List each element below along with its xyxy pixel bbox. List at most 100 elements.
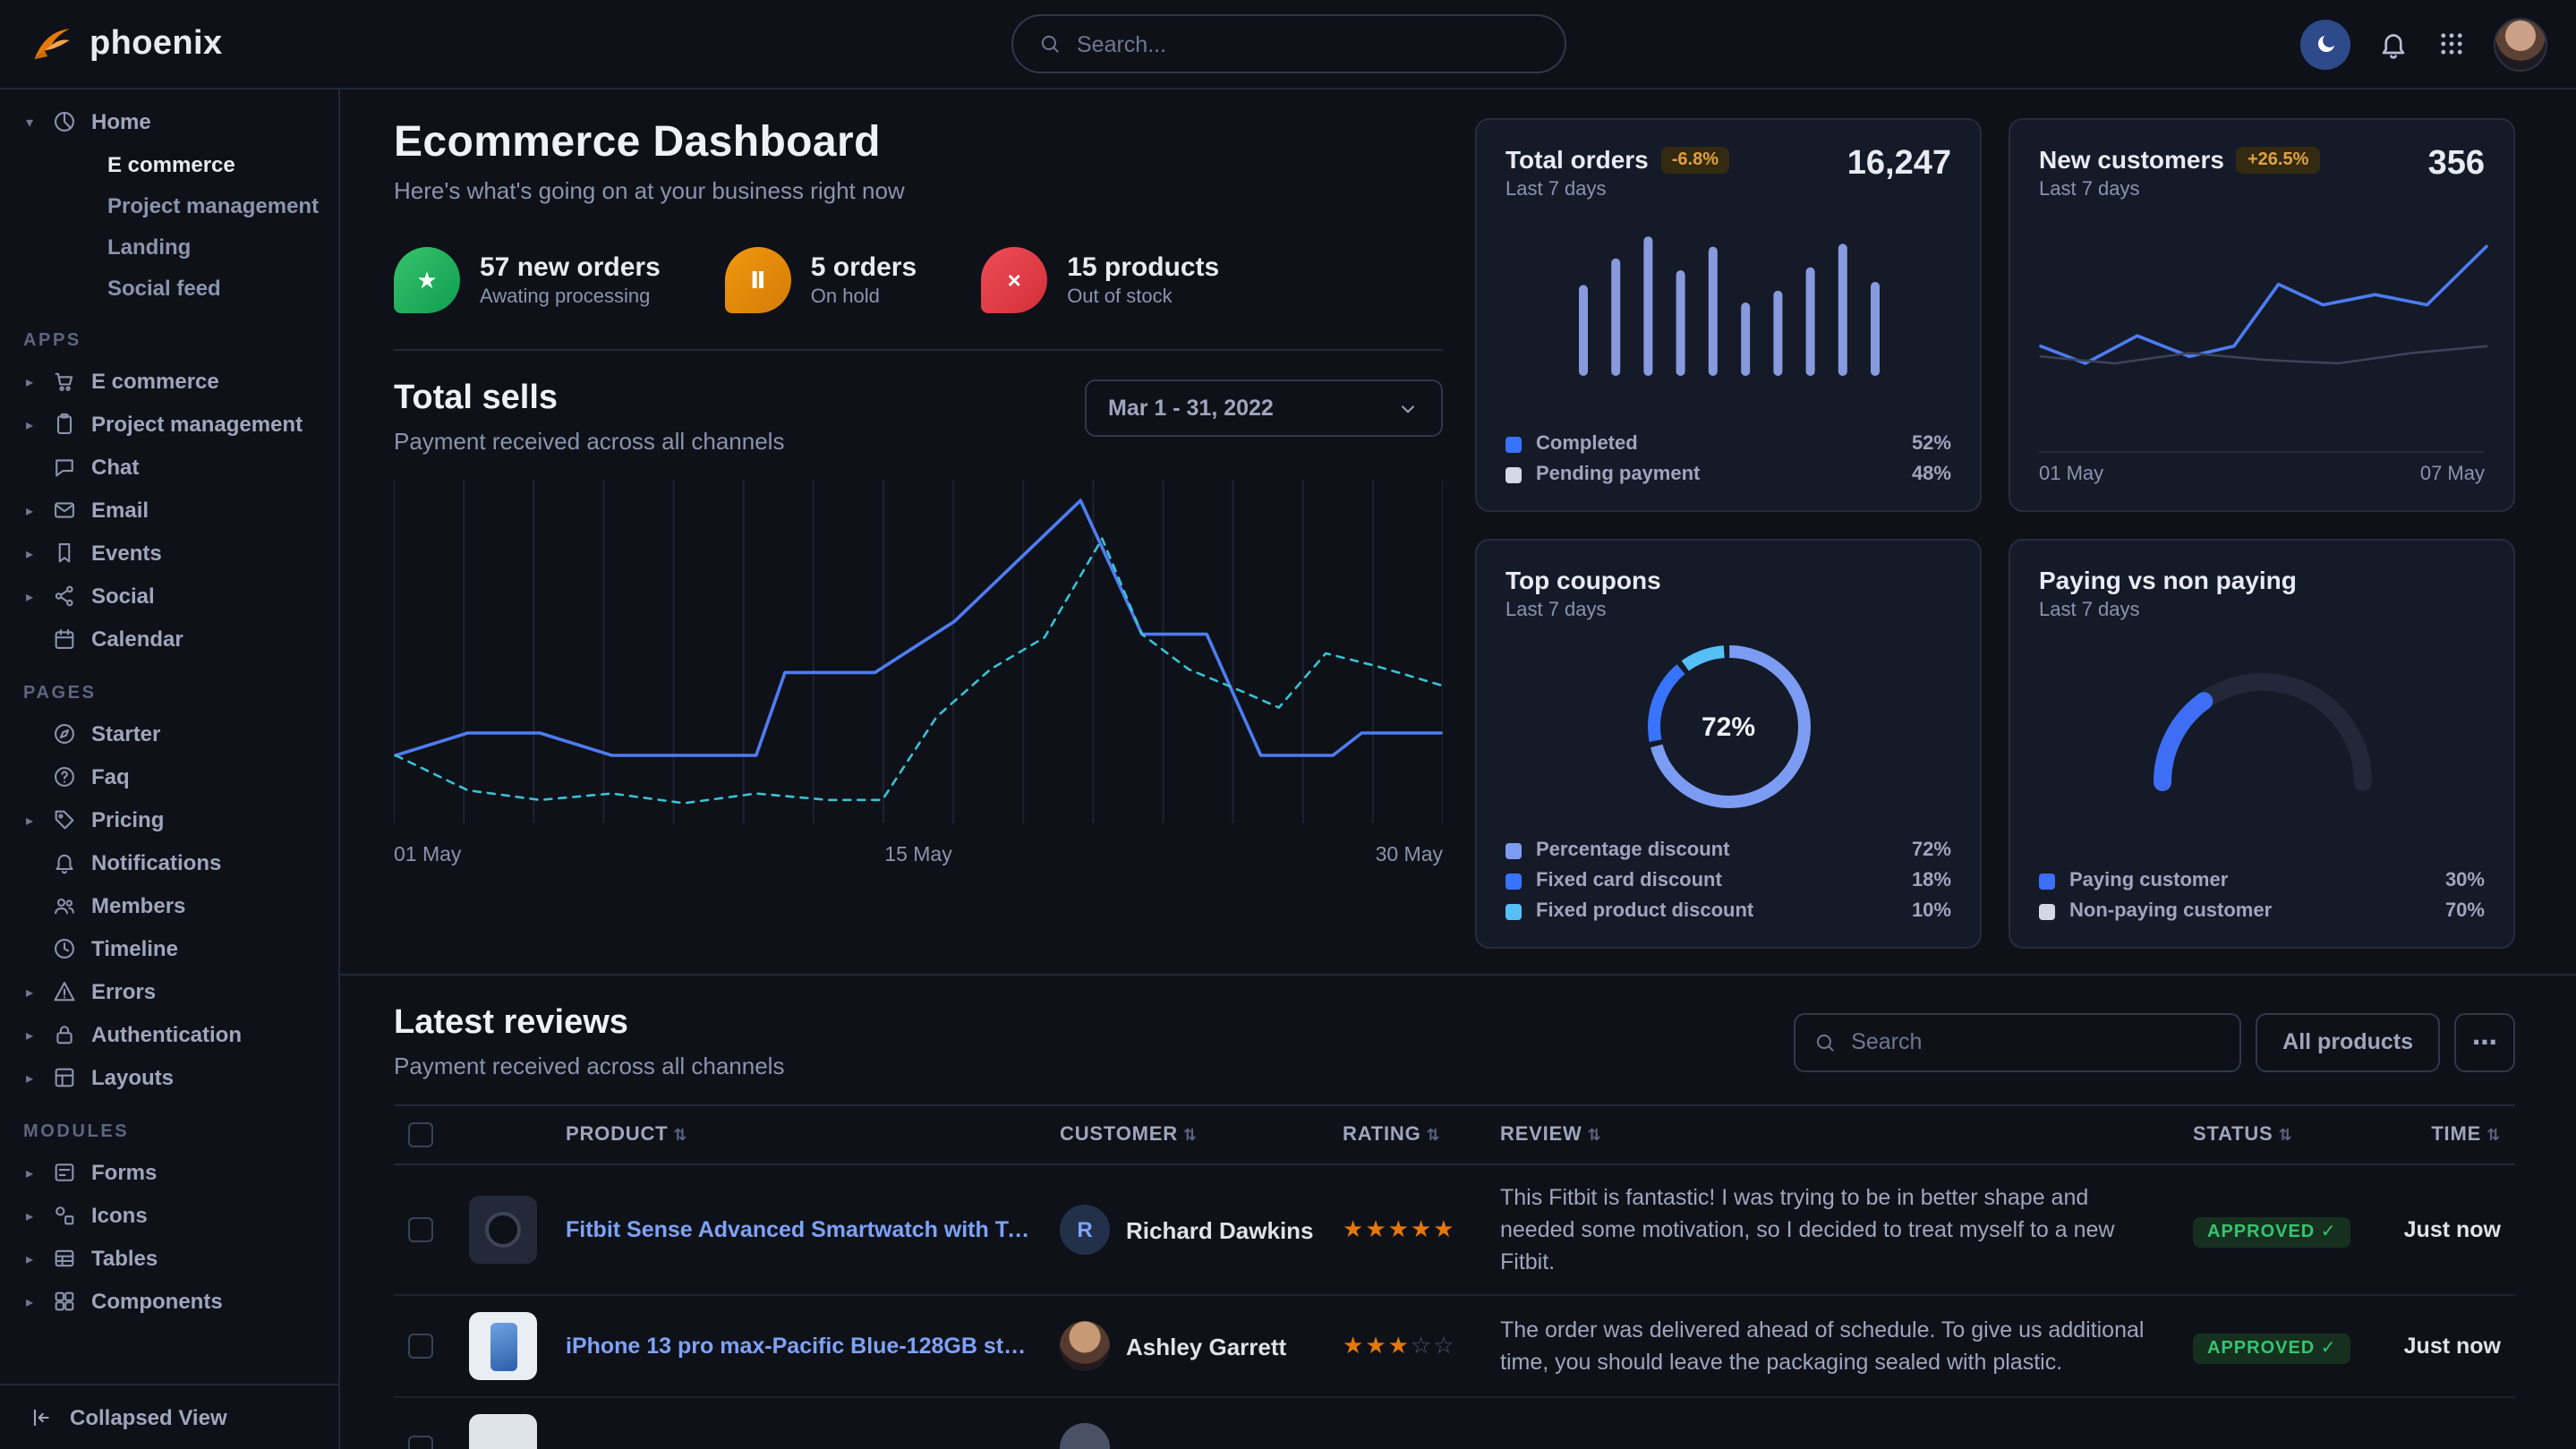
sidebar-item-home[interactable]: ▾ Home (21, 100, 320, 143)
sidebar-item-timeline[interactable]: Timeline (21, 927, 320, 970)
caret-right-icon: ▸ (21, 373, 38, 389)
sidebar-subitem-e-commerce[interactable]: E commerce (21, 143, 320, 184)
sidebar-item-forms[interactable]: ▸ Forms (21, 1151, 320, 1194)
mail-icon (52, 498, 77, 523)
row-checkbox[interactable] (408, 1217, 433, 1242)
sidebar-item-faq[interactable]: Faq (21, 755, 320, 798)
sidebar-item-authentication[interactable]: ▸ Authentication (21, 1013, 320, 1056)
legend-swatch (1506, 903, 1522, 919)
chevron-down-icon (1396, 396, 1420, 420)
reviews-search-input[interactable] (1851, 1029, 2222, 1054)
sidebar-subitem-social-feed[interactable]: Social feed (21, 267, 320, 308)
product-image (469, 1313, 537, 1381)
reviews-toolbar: All products ⋯ (1794, 1012, 2515, 1071)
sidebar-item-layouts[interactable]: ▸ Layouts (21, 1056, 320, 1099)
sidebar-item-label: Starter (91, 721, 160, 746)
card-title: Top coupons (1506, 566, 1661, 594)
main-content: Ecommerce Dashboard Here's what's going … (340, 89, 2576, 1449)
total-orders-card: Total orders -6.8% Last 7 days 16,247 Co (1475, 118, 1982, 512)
collapse-sidebar-button[interactable]: Collapsed View (0, 1384, 338, 1449)
legend-label: Fixed card discount (1536, 870, 1722, 891)
dark-mode-toggle[interactable] (2300, 19, 2350, 69)
review-time: Just now (2372, 1164, 2515, 1296)
legend-label: Fixed product discount (1536, 900, 1753, 922)
column-header-product[interactable]: PRODUCT⇅ (551, 1105, 1045, 1164)
card-period: Last 7 days (1506, 600, 1661, 621)
sidebar-item-social[interactable]: ▸ Social (21, 575, 320, 618)
review-time (2372, 1398, 2515, 1449)
sidebar-item-members[interactable]: Members (21, 884, 320, 927)
row-checkbox[interactable] (408, 1334, 433, 1359)
sidebar-item-notifications[interactable]: Notifications (21, 841, 320, 884)
review-time: Just now (2372, 1296, 2515, 1398)
column-header-review[interactable]: REVIEW⇅ (1486, 1105, 2179, 1164)
sidebar-item-label: Errors (91, 979, 156, 1004)
sidebar-item-project-management[interactable]: ▸ Project management (21, 403, 320, 446)
stat-out-of-stock: × 15 products Out of stock (981, 247, 1219, 313)
sidebar-item-email[interactable]: ▸ Email (21, 489, 320, 532)
column-header-rating[interactable]: RATING⇅ (1328, 1105, 1486, 1164)
date-range-select[interactable]: Mar 1 - 31, 2022 (1085, 379, 1443, 437)
table-row: Fitbit Sense Advanced Smartwatch with To… (394, 1164, 2515, 1296)
stats-row: ★ 57 new orders Awating processing Ⅱ 5 o… (394, 247, 1443, 313)
sidebar-item-calendar[interactable]: Calendar (21, 618, 320, 661)
sidebar-item-starter[interactable]: Starter (21, 712, 320, 755)
navbar-actions (2300, 17, 2547, 71)
global-search-input[interactable] (1077, 31, 1539, 56)
sidebar-item-icons[interactable]: ▸ Icons (21, 1194, 320, 1237)
sort-icon: ⇅ (1183, 1126, 1198, 1144)
legend-swatch (1506, 842, 1522, 858)
legend-value: 52% (1912, 433, 1951, 455)
top-coupons-card: Top coupons Last 7 days 72% Percentage d… (1475, 539, 1982, 949)
stat-awating-processing: ★ 57 new orders Awating processing (394, 247, 661, 313)
product-link[interactable]: iPhone 13 pro max-Pacific Blue-128GB sto… (566, 1334, 1031, 1360)
sidebar-item-pricing[interactable]: ▸ Pricing (21, 798, 320, 841)
sidebar-subitem-project-management[interactable]: Project management (21, 184, 320, 226)
stat-value: 15 products (1067, 252, 1219, 283)
select-all-checkbox[interactable] (408, 1122, 433, 1147)
column-header-customer[interactable]: CUSTOMER⇅ (1045, 1105, 1328, 1164)
donut-center-label: 72% (1637, 635, 1820, 818)
sidebar-item-events[interactable]: ▸ Events (21, 532, 320, 575)
sidebar-item-errors[interactable]: ▸ Errors (21, 970, 320, 1013)
pie-icon (52, 109, 77, 134)
brand[interactable]: phoenix (29, 21, 223, 67)
x-tick: 01 May (394, 845, 461, 866)
user-avatar[interactable] (2494, 17, 2547, 71)
column-header-time[interactable]: TIME⇅ (2372, 1105, 2515, 1164)
rating-stars: ★★★☆☆ (1328, 1296, 1486, 1398)
rating-stars: ★★★★★ (1328, 1164, 1486, 1296)
product-link[interactable]: Fitbit Sense Advanced Smartwatch with To… (566, 1217, 1031, 1242)
shapes-icon (52, 1203, 77, 1228)
legend-value: 18% (1912, 870, 1951, 891)
users-icon (52, 893, 77, 918)
caret-right-icon: ▸ (21, 1293, 38, 1309)
notifications-button[interactable] (2377, 28, 2410, 60)
sidebar-item-label: Chat (91, 455, 139, 480)
all-products-button[interactable]: All products (2256, 1012, 2440, 1071)
collapse-icon (29, 1405, 54, 1430)
sidebar-item-label: Home (91, 109, 151, 134)
sidebar-item-chat[interactable]: Chat (21, 446, 320, 489)
sidebar-subitem-landing[interactable]: Landing (21, 226, 320, 267)
clipboard-icon (52, 412, 77, 437)
caret-right-icon: ▸ (21, 984, 38, 1000)
global-search[interactable] (1011, 14, 1565, 73)
sidebar-item-tables[interactable]: ▸ Tables (21, 1237, 320, 1280)
star-icon: ★ (394, 247, 460, 313)
bookmark-icon (52, 541, 77, 566)
legend-value: 48% (1912, 464, 1951, 485)
new-customers-card: New customers +26.5% Last 7 days 356 01 (2009, 118, 2515, 512)
more-options-button[interactable]: ⋯ (2454, 1012, 2515, 1071)
row-checkbox[interactable] (408, 1436, 433, 1449)
sidebar-item-label: Timeline (91, 936, 178, 961)
sidebar-item-label: Authentication (91, 1022, 242, 1047)
table-icon (52, 1246, 77, 1271)
reviews-search[interactable] (1794, 1012, 2241, 1071)
sidebar-item-e-commerce[interactable]: ▸ E commerce (21, 360, 320, 403)
caret-right-icon: ▸ (21, 1250, 38, 1266)
apps-menu-button[interactable] (2436, 29, 2467, 59)
legend-label: Percentage discount (1536, 840, 1729, 861)
column-header-status[interactable]: STATUS⇅ (2179, 1105, 2372, 1164)
sidebar-item-components[interactable]: ▸ Components (21, 1280, 320, 1323)
